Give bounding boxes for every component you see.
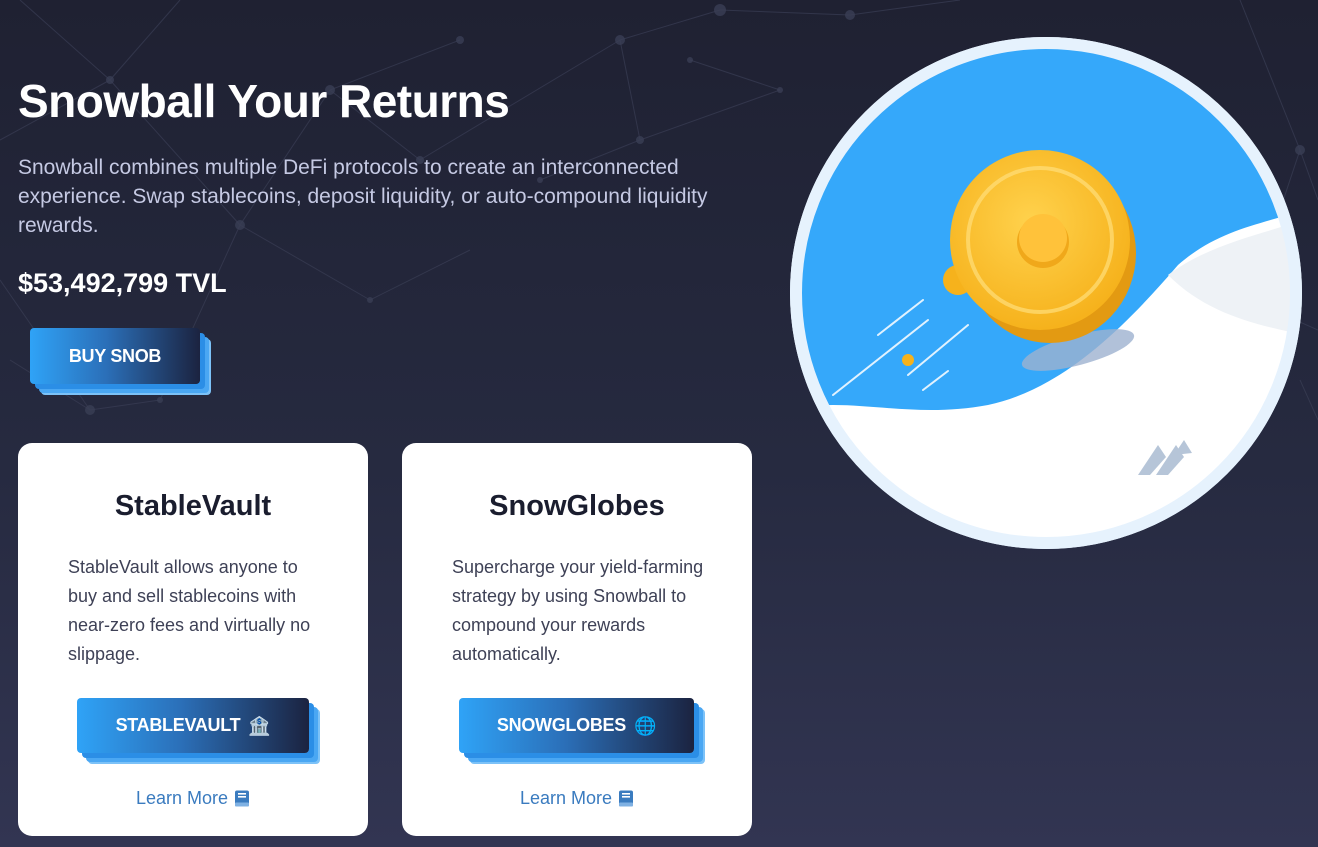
stablevault-card: StableVault StableVault allows anyone to… [18,443,368,836]
buy-snob-button[interactable]: BUY SNOB [30,328,200,384]
card-title: SnowGlobes [489,490,665,522]
stablevault-button[interactable]: STABLEVAULT 🏦 [77,698,309,753]
card-description: StableVault allows anyone to buy and sel… [68,557,311,664]
snowball-coin-illustration [790,37,1302,549]
tvl-value: $53,492,799 TVL [18,268,227,298]
hero-title: Snowball Your Returns [18,75,510,127]
bank-icon: 🏦 [248,715,271,736]
card-title: StableVault [114,490,272,522]
book-icon [235,790,250,807]
book-icon [619,790,634,807]
learn-more-label: Learn More [135,788,229,808]
snowglobes-card: SnowGlobes Supercharge your yield-farmin… [402,443,752,836]
learn-more-label: Learn More [519,788,613,808]
buy-snob-label: BUY SNOB [68,345,162,366]
hero-description: Snowball combines multiple DeFi protocol… [18,156,708,237]
snowglobes-button-label: SNOWGLOBES [496,715,626,735]
stablevault-learn-more-link[interactable]: Learn More [18,788,368,809]
snowglobes-learn-more-link[interactable]: Learn More [402,788,752,809]
snowglobes-button[interactable]: SNOWGLOBES 🌐 [459,698,694,753]
card-description: Supercharge your yield-farming strategy … [452,557,704,664]
stablevault-button-label: STABLEVAULT [115,715,241,735]
globe-icon: 🌐 [633,715,657,736]
